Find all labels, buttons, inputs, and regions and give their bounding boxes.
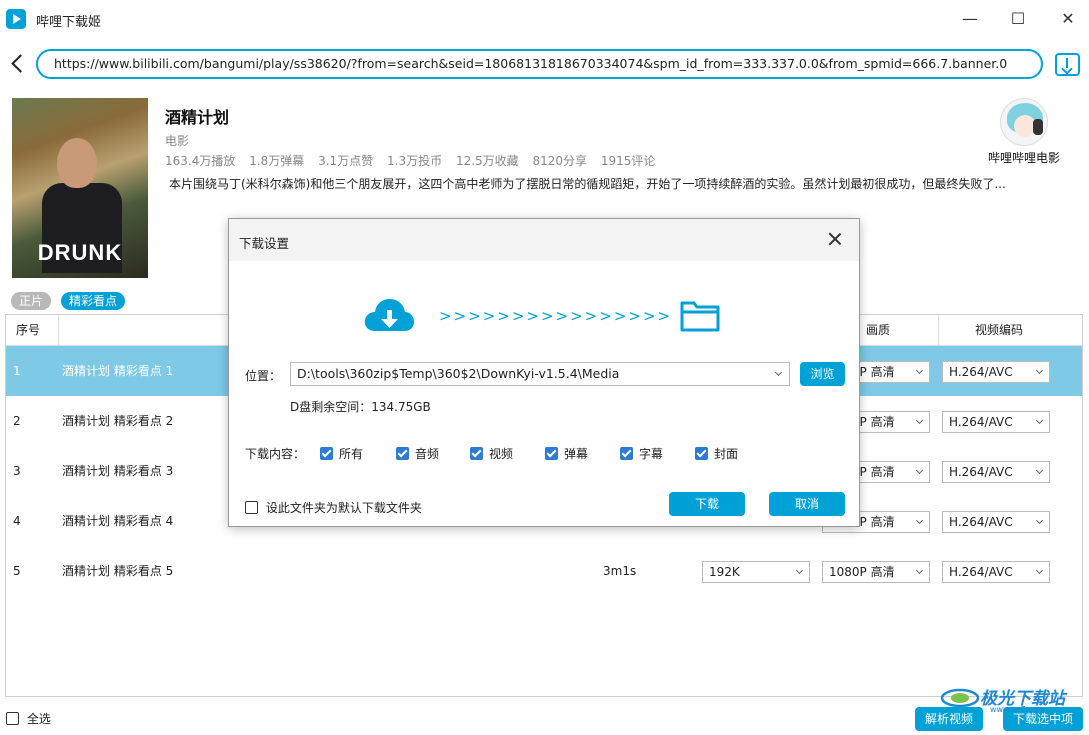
option-video-checkbox[interactable]: 视频 (470, 445, 513, 462)
checkbox-checked-icon (545, 447, 558, 460)
minimize-button[interactable]: — (950, 6, 990, 32)
dialog-header: 下载设置 (229, 219, 859, 261)
folder-icon (680, 301, 720, 332)
stat-coins: 1.3万投币 (387, 154, 443, 168)
row-index: 3 (13, 464, 21, 478)
row-name: 酒精计划 精彩看点 5 (62, 564, 174, 578)
row-index: 1 (13, 364, 21, 378)
option-label: 视频 (489, 447, 514, 461)
download-content-label: 下载内容： (245, 447, 306, 461)
row-name: 酒精计划 精彩看点 1 (62, 364, 174, 378)
select-all-checkbox[interactable]: 全选 (6, 710, 51, 727)
download-button[interactable]: 下载 (669, 492, 745, 516)
back-arrow-icon[interactable] (6, 50, 30, 78)
tab-highlights[interactable]: 精彩看点 (61, 292, 126, 310)
video-type: 电影 (165, 134, 190, 148)
checkbox-checked-icon (396, 447, 409, 460)
row-name: 酒精计划 精彩看点 2 (62, 414, 174, 428)
option-cover-checkbox[interactable]: 封面 (695, 445, 738, 462)
row-name: 酒精计划 精彩看点 4 (62, 514, 174, 528)
option-label: 弹幕 (564, 447, 589, 461)
avatar-headphone (1033, 119, 1043, 135)
table-row[interactable]: 5 酒精计划 精彩看点 5 3m1s 192K 1080P 高清 H.264/A… (6, 546, 1082, 596)
free-space-text: D盘剩余空间：134.75GB (290, 400, 431, 414)
cloud-download-icon (364, 299, 414, 331)
poster-figure-face (57, 138, 97, 188)
app-logo-icon (6, 9, 26, 29)
download-path-select[interactable]: D:\tools\360zip$Temp\360$2\DownKyi-v1.5.… (290, 362, 790, 386)
transfer-arrows: >>>>>>>>>>>>>>>> (439, 307, 673, 325)
video-stats: 163.4万播放 1.8万弹幕 3.1万点赞 1.3万投币 12.5万收藏 81… (165, 152, 665, 169)
option-label: 封面 (714, 447, 739, 461)
video-poster: DRUNK (12, 98, 148, 278)
download-settings-dialog: 下载设置 >>>>>>>>>>>>>>>> 位置： D:\tools\360zi… (228, 218, 860, 527)
default-folder-label: 设此文件夹为默认下载文件夹 (265, 501, 422, 515)
cancel-button[interactable]: 取消 (769, 492, 845, 516)
option-label: 字幕 (639, 447, 664, 461)
checkbox-icon (245, 501, 258, 514)
location-label: 位置： (245, 369, 282, 383)
browse-button[interactable]: 浏览 (800, 362, 845, 386)
tab-main-feature[interactable]: 正片 (11, 292, 52, 310)
option-danmaku-checkbox[interactable]: 弹幕 (545, 445, 588, 462)
stat-likes: 3.1万点赞 (318, 154, 374, 168)
checkbox-checked-icon (470, 447, 483, 460)
checkbox-checked-icon (620, 447, 633, 460)
audio-select[interactable]: 192K (702, 561, 810, 583)
uploader-name[interactable]: 哔哩哔哩电影 (988, 149, 1060, 166)
checkbox-icon (6, 712, 19, 725)
dialog-close-icon[interactable] (825, 229, 845, 249)
title-bar: 哔哩下载姬 — ☐ ✕ (0, 0, 1089, 38)
codec-select[interactable]: H.264/AVC (942, 361, 1050, 383)
quality-select[interactable]: 1080P 高清 (822, 561, 930, 583)
checkbox-checked-icon (695, 447, 708, 460)
stat-views: 163.4万播放 (165, 154, 236, 168)
download-manager-icon[interactable] (1055, 53, 1080, 76)
codec-select[interactable]: H.264/AVC (942, 461, 1050, 483)
checkbox-checked-icon (320, 447, 333, 460)
watermark: 极光下载站 www.xz7.com (940, 684, 1080, 714)
option-subtitle-checkbox[interactable]: 字幕 (620, 445, 663, 462)
row-name: 酒精计划 精彩看点 3 (62, 464, 174, 478)
stat-shares: 8120分享 (532, 154, 588, 168)
poster-title: DRUNK (37, 240, 123, 265)
option-all-checkbox[interactable]: 所有 (320, 445, 363, 462)
codec-select[interactable]: H.264/AVC (942, 561, 1050, 583)
default-folder-checkbox[interactable]: 设此文件夹为默认下载文件夹 (245, 499, 422, 516)
option-label: 音频 (415, 447, 440, 461)
header-codec: 视频编码 (975, 323, 1024, 337)
row-index: 4 (13, 514, 21, 528)
codec-select[interactable]: H.264/AVC (942, 411, 1050, 433)
row-index: 5 (13, 564, 21, 578)
dialog-title: 下载设置 (239, 236, 290, 251)
option-label: 所有 (339, 447, 364, 461)
header-index: 序号 (6, 315, 59, 345)
row-index: 2 (13, 414, 21, 428)
maximize-button[interactable]: ☐ (998, 6, 1038, 32)
close-button[interactable]: ✕ (1048, 6, 1088, 32)
row-duration: 3m1s (603, 564, 637, 578)
select-all-label: 全选 (26, 712, 51, 726)
video-title: 酒精计划 (165, 108, 230, 127)
stat-danmaku: 1.8万弹幕 (249, 154, 305, 168)
watermark-url: www.xz7.com (990, 705, 1046, 714)
video-description: 本片围绕马丁(米科尔森饰)和他三个朋友展开，这四个高中老师为了摆脱日常的循规蹈矩… (169, 177, 1006, 191)
watermark-logo-icon (940, 688, 980, 708)
stat-favorites: 12.5万收藏 (455, 154, 519, 168)
app-title: 哔哩下载姬 (36, 15, 102, 30)
stat-comments: 1915评论 (600, 154, 656, 168)
app-window: 哔哩下载姬 — ☐ ✕ https://www.bilibili.com/ban… (0, 0, 1089, 735)
uploader-avatar[interactable] (1000, 98, 1048, 146)
codec-select[interactable]: H.264/AVC (942, 511, 1050, 533)
option-audio-checkbox[interactable]: 音频 (396, 445, 439, 462)
url-input[interactable]: https://www.bilibili.com/bangumi/play/ss… (36, 49, 1043, 79)
